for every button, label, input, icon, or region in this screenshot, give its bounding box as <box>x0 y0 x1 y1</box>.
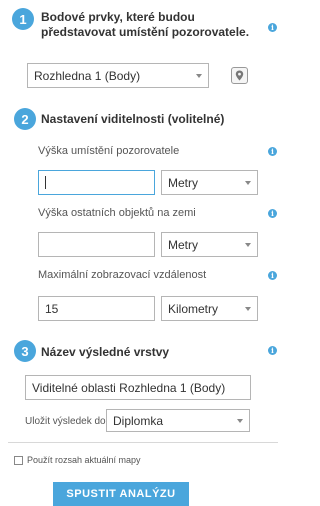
max-distance-unit-value: Kilometry <box>168 301 219 316</box>
chevron-down-icon <box>237 418 243 423</box>
output-layer-name-input[interactable]: Viditelné oblasti Rozhledna 1 (Body) <box>25 375 251 400</box>
observer-height-input[interactable] <box>38 170 155 195</box>
divider <box>8 442 278 443</box>
chevron-down-icon <box>245 306 251 311</box>
input-layer-select[interactable]: Rozhledna 1 (Body) <box>27 63 209 88</box>
step-1-circle: 1 <box>12 8 34 30</box>
run-analysis-button[interactable]: SPUSTIT ANALÝZU <box>53 482 189 506</box>
step-3-circle: 3 <box>14 340 36 362</box>
use-map-extent-checkbox[interactable] <box>14 456 23 465</box>
object-height-unit-select[interactable]: Metry <box>161 232 258 257</box>
object-height-input[interactable] <box>38 232 155 257</box>
observer-height-unit-value: Metry <box>168 175 198 190</box>
save-folder-select[interactable]: Diplomka <box>106 409 250 432</box>
observer-height-unit-select[interactable]: Metry <box>161 170 258 195</box>
step-1-title-line1: Bodové prvky, které budou <box>41 10 195 24</box>
info-icon[interactable]: i <box>268 23 277 32</box>
step-1-title: Bodové prvky, které budou představovat u… <box>41 10 249 40</box>
object-height-label: Výška ostatních objektů na zemi <box>38 207 196 219</box>
max-distance-input[interactable]: 15 <box>38 296 155 321</box>
info-icon[interactable]: i <box>268 147 277 156</box>
info-icon[interactable]: i <box>268 346 277 355</box>
max-distance-unit-select[interactable]: Kilometry <box>161 296 258 321</box>
step-2-title: Nastavení viditelnosti (volitelné) <box>41 112 225 126</box>
object-height-unit-value: Metry <box>168 237 198 252</box>
max-distance-label: Maximální zobrazovací vzdálenost <box>38 269 207 281</box>
step-2-circle: 2 <box>14 108 36 130</box>
map-pin-button[interactable] <box>231 67 248 84</box>
step-3-title: Název výsledné vrstvy <box>41 345 170 359</box>
info-icon[interactable]: i <box>268 209 277 218</box>
save-folder-value: Diplomka <box>113 413 164 428</box>
output-layer-name-value: Viditelné oblasti Rozhledna 1 (Body) <box>32 380 226 395</box>
input-layer-select-value: Rozhledna 1 (Body) <box>34 68 141 83</box>
text-caret <box>45 176 46 189</box>
save-result-label: Uložit výsledek do <box>25 416 106 427</box>
observer-height-label: Výška umístění pozorovatele <box>38 145 180 157</box>
map-pin-icon <box>235 70 244 81</box>
max-distance-value: 15 <box>45 301 59 316</box>
chevron-down-icon <box>245 180 251 185</box>
chevron-down-icon <box>245 242 251 247</box>
use-map-extent-label: Použít rozsah aktuální mapy <box>27 455 141 465</box>
info-icon[interactable]: i <box>268 271 277 280</box>
chevron-down-icon <box>196 73 202 78</box>
step-1-title-line2: představovat umístění pozorovatele. <box>41 25 250 39</box>
